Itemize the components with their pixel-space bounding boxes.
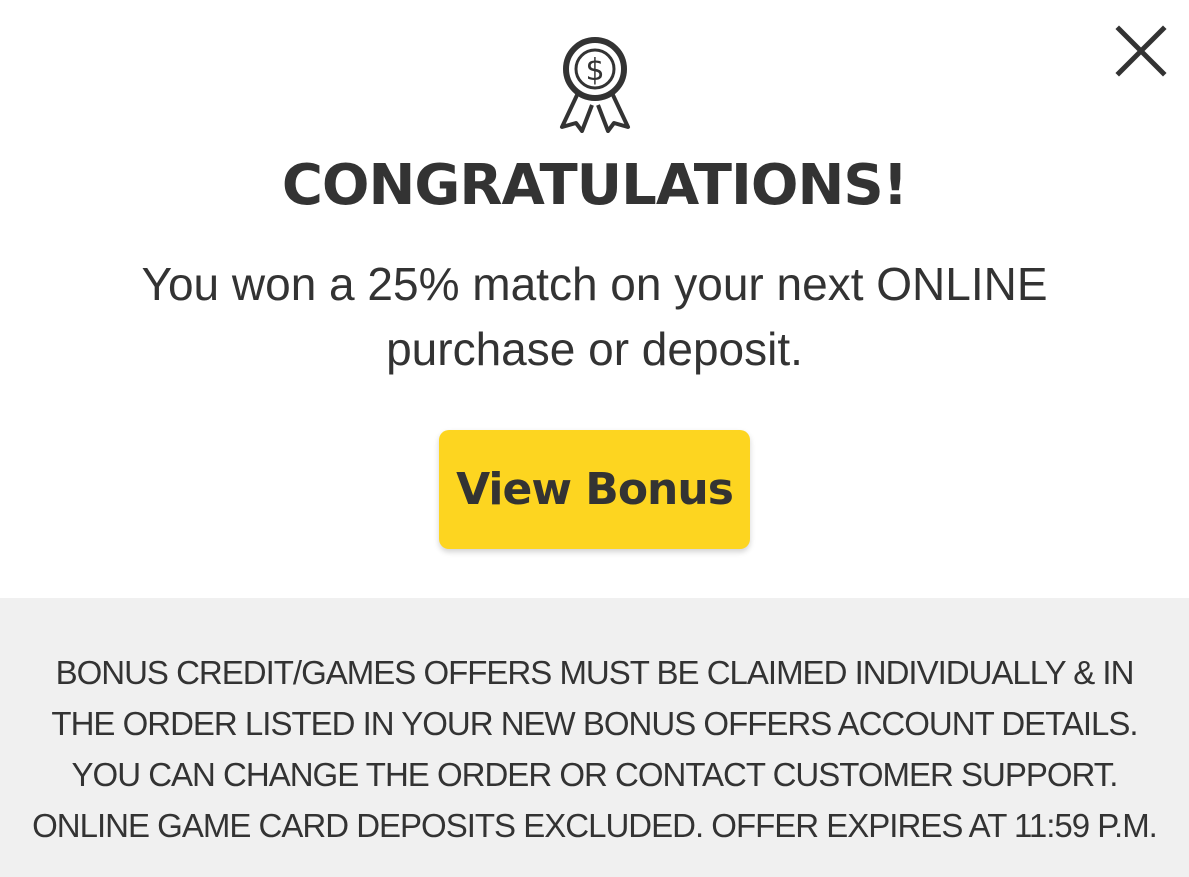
bonus-message-line: purchase or deposit. [386, 323, 803, 375]
bonus-modal: $ CONGRATULATIONS! You won a 25% match o… [0, 0, 1189, 877]
congratulations-title: CONGRATULATIONS! [281, 153, 908, 218]
close-button[interactable] [1108, 18, 1174, 84]
disclaimer-line: THE ORDER LISTED IN YOUR NEW BONUS OFFER… [51, 705, 1138, 742]
bonus-message-line: You won a 25% match on your next ONLINE [141, 258, 1048, 310]
svg-text:$: $ [585, 53, 604, 88]
disclaimer-text: BONUS CREDIT/GAMES OFFERS MUST BE CLAIME… [30, 647, 1159, 851]
disclaimer-line: YOU CAN CHANGE THE ORDER OR CONTACT CUST… [71, 756, 1119, 793]
view-bonus-button[interactable]: View Bonus [439, 430, 750, 549]
close-icon[interactable] [1108, 18, 1174, 84]
bonus-message: You won a 25% match on your next ONLINE … [100, 252, 1089, 382]
disclaimer-line: BONUS CREDIT/GAMES OFFERS MUST BE CLAIME… [55, 654, 1135, 691]
disclaimer-panel: BONUS CREDIT/GAMES OFFERS MUST BE CLAIME… [0, 598, 1189, 877]
dollar-award-ribbon-icon: $ [556, 37, 634, 133]
disclaimer-line: ONLINE GAME CARD DEPOSITS EXCLUDED. OFFE… [32, 807, 1158, 844]
